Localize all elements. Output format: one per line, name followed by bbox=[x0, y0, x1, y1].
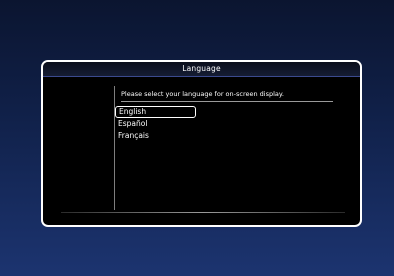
language-option-english[interactable]: English bbox=[115, 106, 196, 118]
language-prompt: Please select your language for on-scree… bbox=[121, 90, 284, 98]
dialog-title-bar: Language bbox=[43, 62, 360, 77]
prompt-underline bbox=[121, 101, 333, 102]
dialog-title: Language bbox=[182, 64, 221, 73]
language-option-francais[interactable]: Français bbox=[115, 130, 315, 142]
language-list: English Español Français bbox=[115, 106, 315, 142]
tv-screen-background: Language Please select your language for… bbox=[0, 0, 394, 276]
vertical-divider bbox=[114, 86, 115, 210]
language-option-espanol[interactable]: Español bbox=[115, 118, 315, 130]
bottom-divider bbox=[61, 212, 345, 213]
language-dialog: Language Please select your language for… bbox=[41, 60, 362, 227]
